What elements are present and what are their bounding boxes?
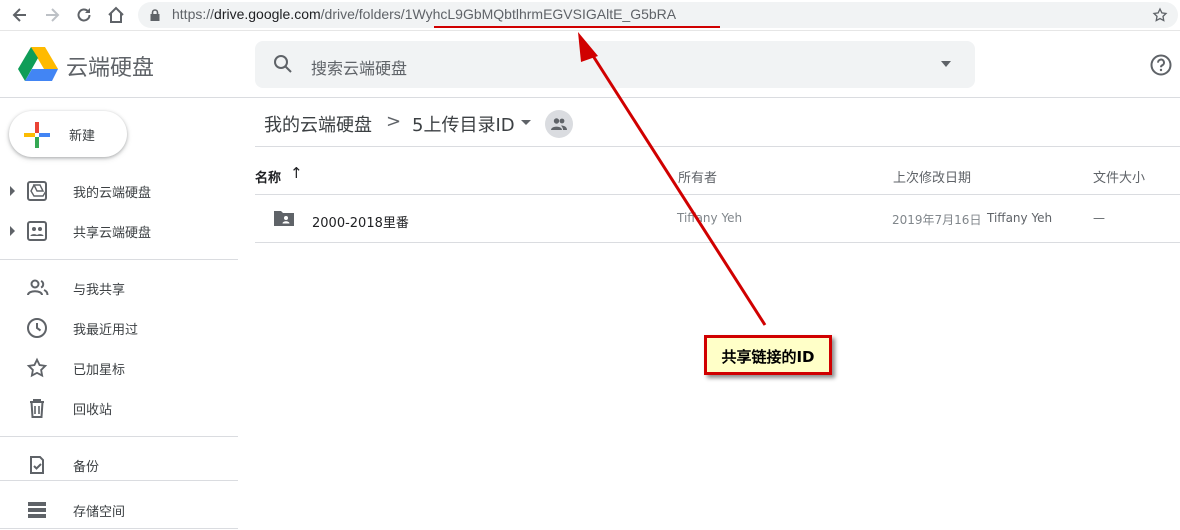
star-icon [26, 357, 48, 378]
file-size: — [1093, 211, 1105, 225]
sidebar-item-label: 回收站 [73, 403, 113, 418]
annotation-label: 共享链接的ID [721, 348, 815, 366]
search-options-dropdown-icon[interactable] [941, 61, 951, 67]
sidebar-item-starred[interactable]: 已加星标 [0, 352, 238, 384]
sidebar-item-trash[interactable]: 回收站 [0, 392, 238, 424]
breadcrumb-current-folder[interactable]: 5上传目录ID [412, 111, 515, 137]
sidebar-item-backup[interactable]: 备份 [0, 449, 238, 481]
file-modified-date: 2019年7月16日 [892, 213, 982, 227]
sidebar-divider [0, 259, 238, 260]
breadcrumb-my-drive[interactable]: 我的云端硬盘 [264, 111, 372, 137]
address-bar[interactable]: https://drive.google.com/drive/folders/1… [138, 2, 1178, 28]
search-icon[interactable] [273, 54, 293, 74]
shared-folder-icon [274, 211, 294, 226]
sidebar-divider [0, 528, 238, 529]
sidebar-item-label: 备份 [73, 460, 100, 475]
drive-logo-icon[interactable] [18, 46, 58, 82]
shared-folder-badge[interactable] [545, 110, 573, 138]
people-icon [27, 279, 49, 296]
sidebar-item-shared-drives[interactable]: 共享云端硬盘 [0, 215, 238, 247]
sidebar-item-label: 与我共享 [73, 283, 126, 298]
lock-icon [150, 9, 160, 21]
help-icon[interactable] [1150, 54, 1172, 76]
sidebar-item-my-drive[interactable]: 我的云端硬盘 [0, 175, 238, 207]
url-text: https://drive.google.com/drive/folders/1… [172, 6, 677, 22]
reload-icon[interactable] [74, 5, 94, 25]
clock-icon [27, 318, 47, 338]
folder-menu-dropdown-icon[interactable] [521, 120, 531, 125]
sidebar-item-storage[interactable]: 存储空间 [0, 494, 238, 526]
shared-drives-icon [27, 221, 47, 241]
sidebar-item-label: 共享云端硬盘 [73, 226, 152, 241]
sidebar-item-label: 我的云端硬盘 [73, 186, 152, 201]
header-divider [255, 194, 1180, 195]
folder-id-text: 1WyhcL9GbMQbtlhrmEGVSIGAltE_G5bRA [404, 6, 677, 22]
sidebar-item-shared-with-me[interactable]: 与我共享 [0, 272, 238, 304]
column-header-name[interactable]: 名称 [255, 167, 281, 186]
plus-icon [24, 122, 50, 148]
column-header-size[interactable]: 文件大小 [1093, 167, 1145, 186]
sidebar-item-label: 存储空间 [73, 505, 126, 520]
file-owner: Tiffany Yeh [677, 211, 743, 225]
sidebar-item-label: 已加星标 [73, 363, 126, 378]
search-input[interactable]: 搜索云端硬盘 [311, 55, 407, 79]
sidebar-item-label: 我最近用过 [73, 323, 139, 338]
trash-icon [30, 399, 44, 418]
my-drive-icon [27, 181, 47, 201]
sidebar-divider [0, 480, 238, 481]
people-icon [551, 118, 567, 130]
expand-caret-icon[interactable] [10, 186, 15, 196]
column-header-modified[interactable]: 上次修改日期 [893, 167, 971, 186]
home-icon[interactable] [106, 5, 126, 25]
sort-arrow-icon[interactable]: ↑ [290, 164, 303, 182]
backup-icon [30, 456, 44, 474]
content-divider [255, 146, 1180, 147]
file-modified-by: Tiffany Yeh [987, 211, 1053, 225]
row-divider [255, 242, 1180, 243]
sidebar-item-recent[interactable]: 我最近用过 [0, 312, 238, 344]
forward-arrow-icon[interactable] [42, 5, 62, 25]
sidebar-divider [0, 436, 238, 437]
bookmark-star-icon[interactable] [1152, 7, 1168, 23]
app-header: 云端硬盘 搜索云端硬盘 [0, 31, 1180, 98]
file-name[interactable]: 2000-2018里番 [312, 212, 409, 231]
search-bar[interactable]: 搜索云端硬盘 [255, 41, 975, 88]
new-button-label: 新建 [69, 129, 96, 144]
new-button[interactable]: 新建 [9, 111, 127, 157]
expand-caret-icon[interactable] [10, 226, 15, 236]
annotation-callout: 共享链接的ID [704, 335, 832, 375]
breadcrumb-separator: > [386, 111, 402, 132]
back-arrow-icon[interactable] [10, 5, 30, 25]
storage-icon [28, 502, 46, 518]
column-header-owner[interactable]: 所有者 [678, 167, 717, 186]
app-title[interactable]: 云端硬盘 [66, 50, 154, 82]
url-id-underline [434, 26, 720, 28]
